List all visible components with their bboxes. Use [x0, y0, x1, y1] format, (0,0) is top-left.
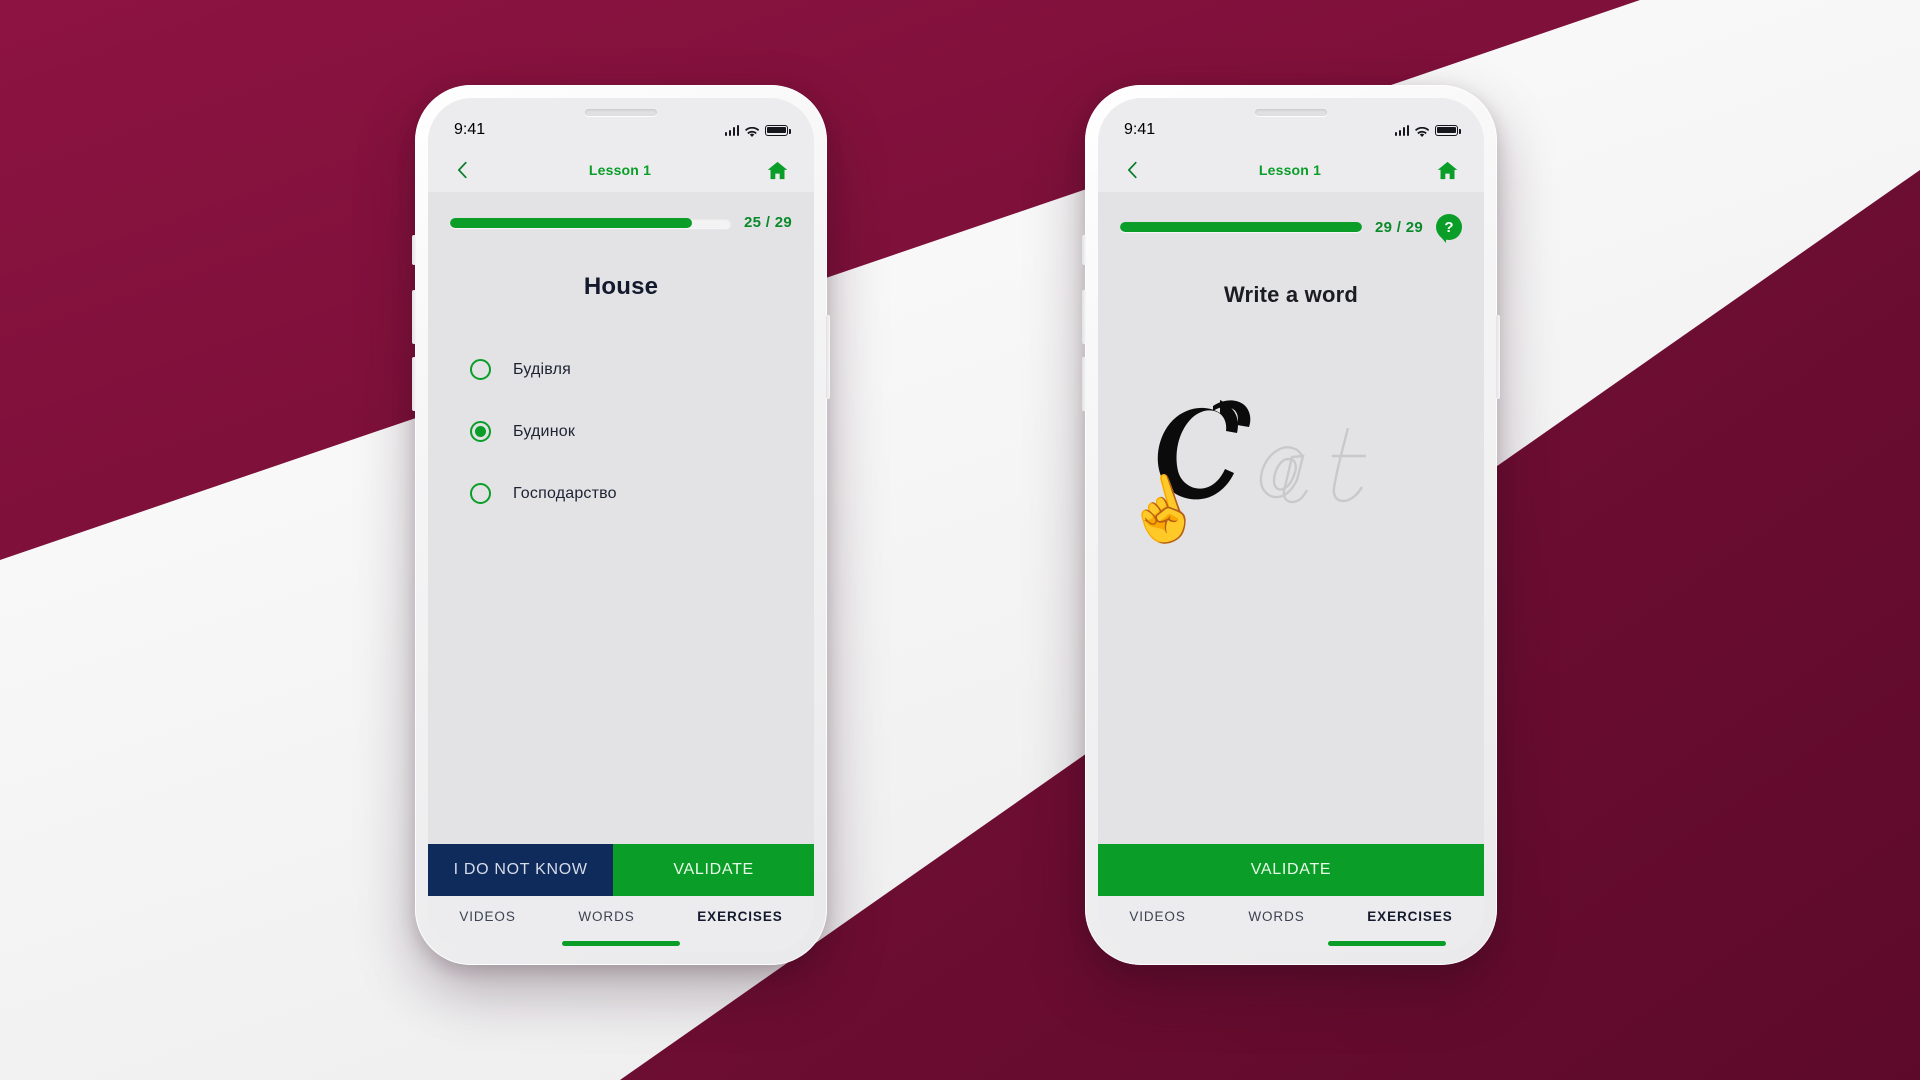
nav-bar: Lesson 1: [428, 148, 814, 192]
handwriting-canvas[interactable]: ☝: [1098, 308, 1484, 844]
progress-bar: [1120, 222, 1363, 232]
lesson-title: Lesson 1: [588, 162, 652, 178]
radio-button-selected[interactable]: [470, 421, 491, 442]
wifi-icon: [745, 125, 760, 137]
volume-up-button[interactable]: [1082, 290, 1086, 344]
status-time: 9:41: [454, 121, 486, 138]
answer-options: Будівля Будинок Господарство: [428, 359, 814, 504]
home-indicator: [562, 941, 680, 946]
background-shapes: [0, 0, 1920, 1080]
help-icon[interactable]: ?: [1436, 214, 1462, 243]
status-time: 9:41: [1124, 121, 1156, 138]
option-label: Господарство: [513, 484, 617, 502]
background: [0, 0, 1920, 1080]
tab-words[interactable]: WORDS: [578, 909, 634, 924]
letters-at-outline: [1259, 427, 1366, 504]
progress-row: 25 / 29: [428, 192, 814, 231]
exercise-content-2: 29 / 29 ? Write a word ☝ VALIDATE: [1098, 192, 1484, 896]
question-prompt: House: [583, 273, 659, 300]
progress-bar-fill: [450, 217, 692, 228]
volume-down-button[interactable]: [1082, 357, 1086, 411]
power-button[interactable]: [826, 315, 830, 399]
phone-mockup-2: 9:41 Lesson 1 29 / 29 ? Write a word ☝ V…: [1082, 85, 1500, 965]
tab-words[interactable]: WORDS: [1248, 909, 1304, 924]
wifi-icon: [1415, 125, 1430, 137]
option-row[interactable]: Будинок: [470, 421, 814, 442]
status-bar: 9:41: [1098, 98, 1484, 148]
option-row[interactable]: Будівля: [470, 359, 814, 380]
action-buttons: I DO NOT KNOW VALIDATE: [428, 844, 814, 896]
lesson-title: Lesson 1: [1258, 162, 1322, 178]
volume-down-button[interactable]: [412, 357, 416, 411]
tab-bar: VIDEOS WORDS EXERCISES: [1098, 896, 1484, 952]
validate-button[interactable]: VALIDATE: [613, 844, 814, 896]
phone-mockup-1: 9:41 Lesson 1 25 / 29 House Будівля Буди…: [412, 85, 830, 965]
action-buttons: VALIDATE: [1098, 844, 1484, 896]
battery-icon: [1435, 124, 1461, 136]
speaker-grille-icon: [585, 109, 657, 116]
progress-bar-fill: [1120, 222, 1363, 232]
tab-exercises[interactable]: EXERCISES: [697, 909, 782, 924]
tab-exercises[interactable]: EXERCISES: [1367, 909, 1452, 924]
nav-bar: Lesson 1: [1098, 148, 1484, 192]
mute-switch[interactable]: [1082, 235, 1086, 265]
phone-2-screen: 9:41 Lesson 1 29 / 29 ? Write a word ☝ V…: [1098, 98, 1484, 952]
volume-up-button[interactable]: [412, 290, 416, 344]
home-indicator: [1328, 941, 1446, 946]
question-prompt: Write a word: [1223, 282, 1358, 307]
phone-1-screen: 9:41 Lesson 1 25 / 29 House Будівля Буди…: [428, 98, 814, 952]
exercise-content-1: 25 / 29 House Будівля Будинок Господарст…: [428, 192, 814, 896]
mute-switch[interactable]: [412, 235, 416, 265]
chevron-left-icon[interactable]: [452, 159, 474, 181]
radio-button[interactable]: [470, 359, 491, 380]
option-label: Будинок: [513, 422, 576, 440]
tab-bar: VIDEOS WORDS EXERCISES: [428, 896, 814, 952]
signal-bars-icon: [724, 124, 739, 136]
signal-bars-icon: [1394, 124, 1409, 136]
speaker-grille-icon: [1255, 109, 1327, 116]
progress-counter: 25 / 29: [744, 214, 792, 231]
tab-videos[interactable]: VIDEOS: [1129, 909, 1185, 924]
radio-button[interactable]: [470, 483, 491, 504]
option-row[interactable]: Господарство: [470, 483, 814, 504]
chevron-left-icon[interactable]: [1122, 159, 1144, 181]
tab-videos[interactable]: VIDEOS: [459, 909, 515, 924]
home-icon[interactable]: [766, 158, 790, 182]
progress-row: 29 / 29 ?: [1098, 192, 1484, 243]
validate-button[interactable]: VALIDATE: [1098, 844, 1484, 896]
status-icons: [1394, 124, 1461, 137]
battery-icon: [765, 124, 791, 136]
option-label: Будівля: [513, 360, 572, 378]
home-icon[interactable]: [1436, 158, 1460, 182]
power-button[interactable]: [1496, 315, 1500, 399]
status-icons: [724, 124, 791, 137]
status-bar: 9:41: [428, 98, 814, 148]
progress-bar: [450, 217, 732, 228]
progress-counter: 29 / 29: [1375, 218, 1423, 236]
i-do-not-know-button[interactable]: I DO NOT KNOW: [428, 844, 614, 896]
